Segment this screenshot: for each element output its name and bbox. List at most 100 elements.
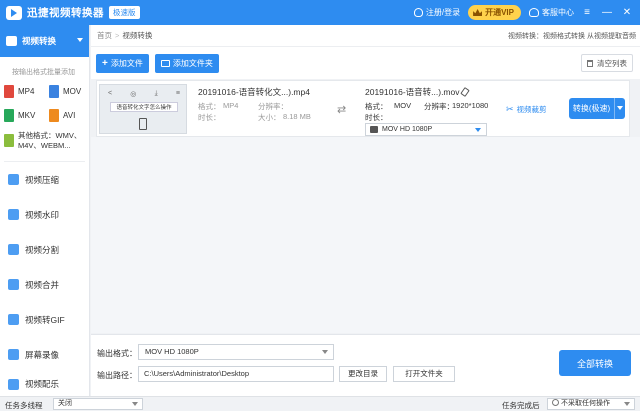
watermark-icon — [8, 209, 19, 220]
chevron-down-icon — [77, 38, 83, 42]
target-resolution-label: 分辨率： — [424, 102, 454, 111]
source-size-label: 大小： — [258, 113, 281, 122]
target-format-select[interactable]: MOV HD 1080P — [365, 123, 487, 136]
minimize-icon[interactable]: — — [600, 6, 614, 20]
sidebar-item-screen-record[interactable]: 屏幕录像 — [0, 337, 89, 372]
source-format-value: MP4 — [223, 101, 239, 110]
convert-button[interactable]: 转换(极速) — [569, 98, 614, 119]
service-center-link[interactable]: 客服中心 — [529, 7, 574, 18]
phone-icon — [139, 118, 147, 130]
trash-icon — [587, 59, 593, 67]
multithread-label: 任务多线程 — [5, 401, 43, 410]
mkv-file-icon — [4, 108, 14, 122]
folder-icon — [160, 59, 170, 67]
edition-badge: 极速版 — [109, 6, 140, 19]
format-mov[interactable]: MOV — [49, 83, 94, 99]
target-format-label: 格式： — [365, 102, 388, 111]
edit-icon[interactable] — [460, 87, 471, 97]
sidebar-item-merge[interactable]: 视频合并 — [0, 267, 89, 302]
status-bar: 任务多线程 关闭 任务完成后 不采取任何操作 — [0, 396, 640, 411]
headset-icon — [529, 8, 539, 17]
login-link[interactable]: 注册/登录 — [413, 7, 461, 18]
user-icon — [413, 8, 423, 17]
vip-label: 开通VIP — [485, 8, 514, 17]
sidebar-item-gif[interactable]: 视频转GIF — [0, 302, 89, 337]
open-folder-button[interactable]: 打开文件夹 — [393, 366, 455, 382]
output-format-label: 输出格式： — [97, 349, 137, 358]
convert-options-dropdown[interactable] — [614, 98, 625, 119]
thumbnail-title: 语音转化文字怎么操作 — [110, 102, 178, 112]
sidebar: 视频转换 按输出格式批量添加 MP4 MOV MKV AVI 其他格式：WMV、… — [0, 25, 90, 396]
source-size-value: 8.18 MB — [283, 112, 311, 121]
video-convert-icon — [6, 36, 17, 46]
clear-list-button[interactable]: 清空列表 — [581, 54, 633, 72]
music-icon — [8, 379, 19, 390]
screen-record-icon — [8, 349, 19, 360]
breadcrumb-separator: > — [115, 31, 120, 40]
format-other[interactable]: 其他格式：WMV、M4V、WEBM... — [0, 123, 89, 151]
source-format-label: 格式： — [198, 102, 221, 111]
video-thumbnail[interactable]: < ◎ ⤓ ≡ 语音转化文字怎么操作 — [99, 84, 187, 134]
add-file-button[interactable]: + 添加文件 — [96, 53, 149, 73]
format-mp4[interactable]: MP4 — [4, 83, 49, 99]
breadcrumb-current: 视频转换 — [122, 31, 153, 40]
download-icon: ⤓ — [154, 89, 158, 97]
title-bar: 迅捷视频转换器 极速版 注册/登录 开通VIP 客服中心 ≡ — ✕ — [0, 0, 640, 25]
vip-button[interactable]: 开通VIP — [468, 5, 521, 20]
output-settings: 输出格式： MOV HD 1080P 输出路径： C:\Users\Admini… — [91, 334, 640, 396]
source-file-name: 20191016-语音转化文...).mp4 — [198, 87, 310, 97]
output-path-input[interactable]: C:\Users\Administrator\Desktop — [138, 366, 334, 382]
sidebar-item-watermark[interactable]: 视频水印 — [0, 197, 89, 232]
other-file-icon — [4, 134, 14, 147]
sidebar-item-video-convert[interactable]: 视频转换 — [0, 25, 89, 57]
plus-icon: + — [102, 57, 108, 69]
chevron-down-icon — [132, 402, 138, 406]
sidebar-item-split[interactable]: 视频分割 — [0, 232, 89, 267]
sidebar-item-label: 视频转换 — [22, 36, 57, 46]
breadcrumb-home[interactable]: 首页 — [97, 30, 112, 41]
add-folder-button[interactable]: 添加文件夹 — [154, 53, 219, 73]
app-logo-icon — [6, 5, 22, 20]
app-title: 迅捷视频转换器 — [27, 7, 104, 19]
split-icon — [8, 244, 19, 255]
chevron-down-icon — [322, 350, 328, 354]
convert-all-button[interactable]: 全部转换 — [559, 350, 631, 376]
shuffle-icon: ⇄ — [337, 104, 347, 116]
sidebar-item-compress[interactable]: 视频压缩 — [0, 162, 89, 197]
after-task-select[interactable]: 不采取任何操作 — [547, 398, 635, 410]
target-file-name: 20191016-语音转...).mov — [365, 86, 471, 98]
video-format-icon — [370, 126, 378, 133]
settings-icon: ◎ — [130, 90, 137, 98]
chevron-down-icon — [624, 402, 630, 406]
format-avi[interactable]: AVI — [49, 107, 94, 123]
clock-icon — [552, 399, 559, 406]
mov-file-icon — [49, 84, 59, 98]
target-format-value: MOV — [394, 101, 412, 110]
file-list-area — [91, 137, 640, 333]
close-icon[interactable]: ✕ — [620, 6, 634, 20]
change-directory-button[interactable]: 更改目录 — [339, 366, 387, 382]
output-path-label: 输出路径： — [97, 371, 137, 380]
merge-icon — [8, 279, 19, 290]
sidebar-item-music[interactable]: 视频配乐 — [0, 372, 89, 390]
breadcrumb: 首页 > 视频转换 视频转换：视频格式转换 从视频提取音频 — [91, 25, 640, 47]
toolbar: + 添加文件 添加文件夹 清空列表 — [91, 47, 640, 79]
after-task-label: 任务完成后 — [502, 401, 540, 410]
avi-file-icon — [49, 108, 59, 122]
list-icon: ≡ — [175, 90, 180, 97]
source-duration-label: 时长： — [198, 113, 221, 122]
batch-hint: 按输出格式批量添加 — [12, 69, 75, 76]
target-duration-label: 时长： — [365, 113, 388, 122]
format-mkv[interactable]: MKV — [4, 107, 49, 123]
output-format-select[interactable]: MOV HD 1080P — [138, 344, 334, 360]
menu-icon[interactable]: ≡ — [580, 6, 594, 20]
chevron-down-icon — [475, 128, 481, 132]
gif-icon — [8, 314, 19, 325]
login-label: 注册/登录 — [425, 8, 461, 17]
mp4-file-icon — [4, 84, 14, 98]
clip-video-link[interactable]: ✂ 视频裁剪 — [506, 104, 547, 115]
share-icon: < — [108, 90, 113, 97]
target-resolution-value: 1920*1080 — [452, 101, 489, 110]
compress-icon — [8, 174, 19, 185]
multithread-select[interactable]: 关闭 — [53, 398, 143, 410]
